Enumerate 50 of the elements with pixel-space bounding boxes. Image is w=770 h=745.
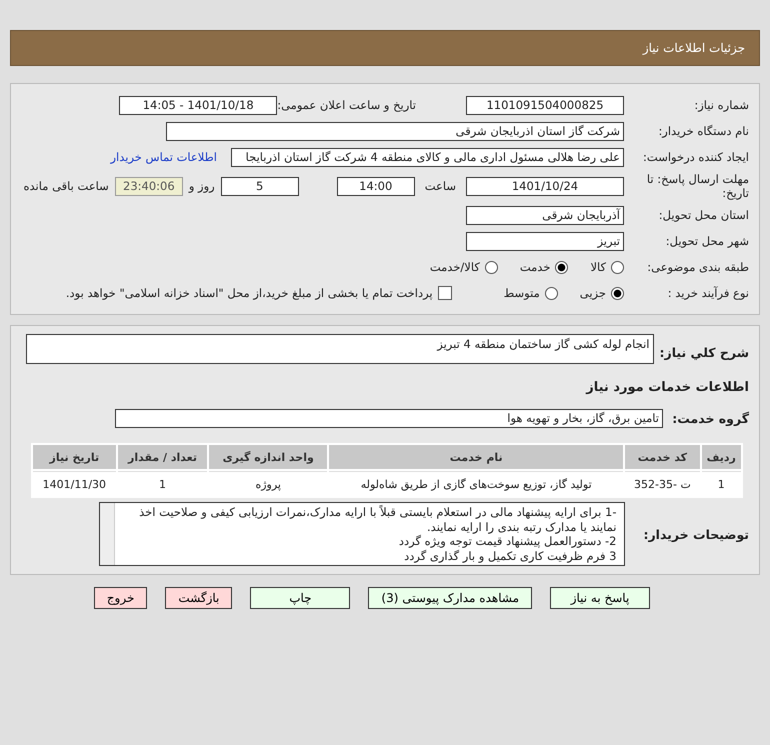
field-label: شهر محل تحویل: <box>664 234 749 248</box>
field-label: استان محل تحویل: <box>658 208 749 222</box>
page-title: جزئیات اطلاعات نیاز <box>642 41 745 55</box>
section-title: اطلاعات خدمات مورد نیاز <box>584 379 750 397</box>
radio-label: کالا <box>590 260 606 274</box>
announce-date-field: 1401/10/18 - 14:05 <box>119 96 278 114</box>
field-label: تاریخ و ساعت اعلان عمومی: <box>277 98 416 112</box>
city-field: تبریز <box>466 232 624 250</box>
deadline-date-field: 1401/10/24 <box>466 176 624 196</box>
field-label: طبقه بندی موضوعی: <box>646 260 749 274</box>
column-header: نام خدمت <box>329 445 624 469</box>
column-header: ردیف <box>702 445 741 469</box>
summary-field: انجام لوله کشی گاز ساختمان منطقه 4 تبریز <box>26 334 654 364</box>
remaining-time-field: 23:40:06 <box>114 176 183 196</box>
action-button[interactable]: چاپ <box>250 587 350 609</box>
radio-label: کالا/خدمت <box>430 260 480 274</box>
field-label: شماره نیاز: <box>693 98 749 112</box>
action-button[interactable]: مشاهده مدارک پیوستی (3) <box>368 587 532 609</box>
field-label: نام دستگاه خریدار: <box>657 124 749 138</box>
column-header: کد خدمت <box>625 445 700 469</box>
province-field: آذربایجان شرقی <box>466 206 624 224</box>
field-label: ایجاد کننده درخواست: <box>642 150 749 164</box>
field-label: شرح کلي نياز: <box>660 344 749 360</box>
column-header: تعداد / مقدار <box>118 445 208 469</box>
field-label: نوع فرآیند خرید : <box>666 286 749 300</box>
service-group-field: تامین برق، گاز، بخار و تهویه هوا <box>115 408 663 428</box>
radio-label: جزیی <box>580 286 606 300</box>
field-label: ساعت <box>424 179 456 193</box>
field-label: توضیحات خریدار: <box>643 526 749 542</box>
note-line: 3 فرم ظرفیت کاری تکمیل و بار گذاری گردد <box>403 548 616 563</box>
radio-label: خدمت <box>520 260 550 274</box>
days-field: 5 <box>220 176 299 196</box>
field-label: روز و <box>188 179 215 193</box>
field-label: ساعت باقی مانده <box>24 179 109 193</box>
note-line: -1 برای ارایه پیشنهاد مالی در استعلام بایستی قبلاً با ارایه مدارک،نمرات ارزیابی کیفی و صلاحیت اخذ نمایند یا مدارک رتبه بندی را ارایه نمایند. <box>138 505 616 534</box>
buyer-org-field: شرکت گاز استان اذربایجان شرقی <box>166 122 624 140</box>
action-button[interactable]: خروج <box>94 587 148 609</box>
field-label: گروه خدمت: <box>671 410 749 426</box>
field-label: مهلت ارسال پاسخ: تا تاریخ: <box>646 172 749 200</box>
action-button[interactable]: پاسخ به نیاز <box>550 587 650 609</box>
note-line: 2- دستورالعمل پیشنهاد قیمت توجه ویژه گردد <box>398 534 616 548</box>
buyer-contact-link[interactable]: اطلاعات تماس خریدار <box>110 150 217 164</box>
action-button[interactable]: بازگشت <box>165 587 232 609</box>
checkbox-label: پرداخت تمام یا بخشی از مبلغ خرید،از محل "اسناد خزانه اسلامی" خواهد بود. <box>66 286 433 300</box>
requester-field: علی رضا هلالی مسئول اداری مالی و کالای منطقه 4 شرکت گاز استان اذربایجا <box>231 148 624 166</box>
column-header: تاریخ نیاز <box>33 445 116 469</box>
radio-label: متوسط <box>504 286 540 300</box>
column-header: واحد اندازه گیری <box>209 445 328 469</box>
need-number-field: 1101091504000825 <box>466 96 624 114</box>
deadline-time-field: 14:00 <box>336 176 415 196</box>
